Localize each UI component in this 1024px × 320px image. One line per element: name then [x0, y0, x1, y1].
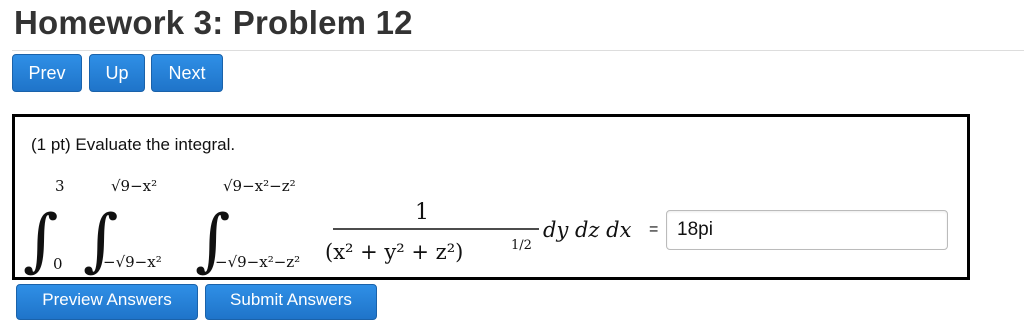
inner-upper-limit: √9−x²−z² [223, 177, 296, 195]
inner-lower-limit: −√9−x²−z² [215, 253, 300, 271]
problem-box: (1 pt) Evaluate the integral. ∫ ∫ ∫ 3 0 … [12, 114, 970, 280]
outer-lower-limit: 0 [53, 255, 63, 273]
fraction-numerator: 1 [415, 200, 429, 225]
next-button[interactable]: Next [151, 54, 223, 92]
problem-prompt: (1 pt) Evaluate the integral. [31, 135, 236, 154]
submit-answers-button[interactable]: Submit Answers [205, 284, 377, 320]
middle-upper-limit: √9−x² [111, 177, 157, 195]
title-divider [12, 50, 1024, 51]
up-button[interactable]: Up [89, 54, 145, 92]
middle-lower-limit: −√9−x² [103, 253, 162, 271]
fraction-denominator: (x² + y² + z²) [325, 240, 463, 264]
preview-answers-button[interactable]: Preview Answers [16, 284, 198, 320]
page-title: Homework 3: Problem 12 [14, 4, 413, 41]
equals-sign: = [649, 221, 659, 238]
integral-expression: ∫ ∫ ∫ 3 0 √9−x² −√9−x² √9−x²−z² −√9−x²−z… [23, 177, 632, 277]
denominator-exponent: 1/2 [511, 238, 532, 253]
outer-upper-limit: 3 [55, 177, 65, 195]
answer-input[interactable] [666, 210, 948, 250]
differentials: dy dz dx [543, 218, 632, 242]
prev-button[interactable]: Prev [12, 54, 82, 92]
